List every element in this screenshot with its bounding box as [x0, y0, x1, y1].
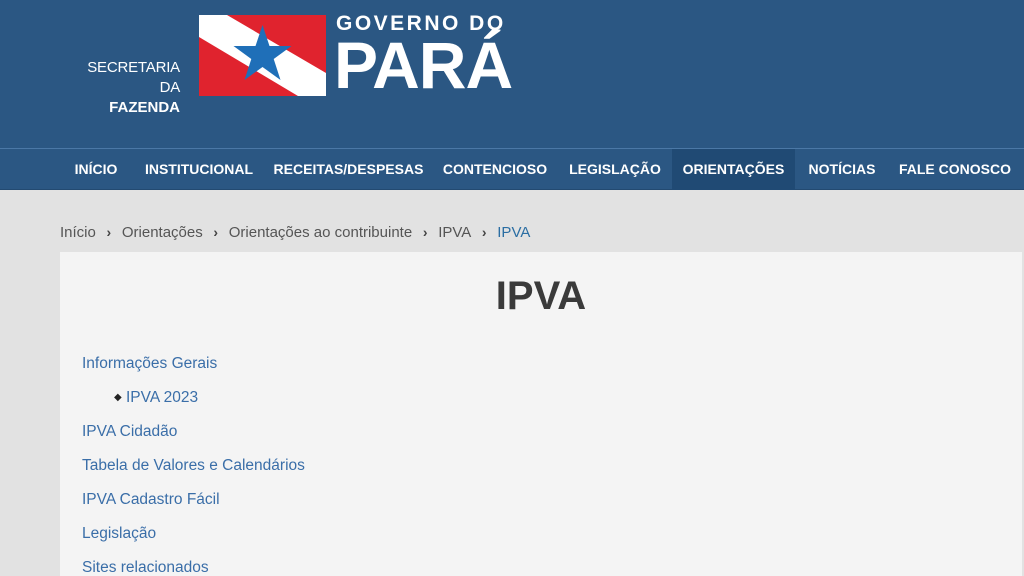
breadcrumb: Início › Orientações › Orientações ao co… [60, 222, 530, 242]
link-sites-relacionados[interactable]: Sites relacionados [82, 559, 209, 576]
breadcrumb-current: IPVA [497, 223, 531, 241]
diamond-bullet-icon: ◆ [114, 392, 122, 403]
breadcrumb-chevron-icon: › [213, 224, 219, 240]
content-card: IPVA [60, 252, 1022, 576]
nav-item-inicio[interactable]: INÍCIO [62, 149, 130, 190]
secretaria-line1: SECRETARIA DA [87, 59, 180, 96]
nav-item-receitas-despesas[interactable]: RECEITAS/DESPESAS [267, 149, 430, 190]
link-informacoes-gerais[interactable]: Informações Gerais [82, 355, 217, 373]
nav-item-orientacoes[interactable]: ORIENTAÇÕES [672, 149, 795, 190]
link-ipva-2023[interactable]: IPVA 2023 [126, 389, 198, 407]
site-header: SECRETARIA DA FAZENDA GOVERNO DO PARÁ [0, 0, 1024, 148]
breadcrumb-orientacoes[interactable]: Orientações [122, 224, 203, 241]
main-navigation: INÍCIO INSTITUCIONAL RECEITAS/DESPESAS C… [0, 148, 1024, 190]
link-ipva-cidadao[interactable]: IPVA Cidadão [82, 423, 177, 441]
link-legislacao[interactable]: Legislação [82, 525, 156, 543]
secretaria-logo-text[interactable]: SECRETARIA DA FAZENDA [66, 58, 180, 118]
link-tabela-valores-calendarios[interactable]: Tabela de Valores e Calendários [82, 457, 305, 475]
breadcrumb-chevron-icon: › [481, 224, 487, 240]
para-flag-logo[interactable] [199, 15, 326, 96]
breadcrumb-ipva[interactable]: IPVA [438, 224, 471, 241]
nav-item-contencioso[interactable]: CONTENCIOSO [434, 149, 556, 190]
breadcrumb-inicio[interactable]: Início [60, 224, 96, 241]
secretaria-line2: FAZENDA [109, 99, 180, 116]
breadcrumb-chevron-icon: › [422, 224, 428, 240]
breadcrumb-orientacoes-contribuinte[interactable]: Orientações ao contribuinte [229, 224, 412, 241]
breadcrumb-chevron-icon: › [106, 224, 112, 240]
nav-item-legislacao[interactable]: LEGISLAÇÃO [560, 149, 670, 190]
nav-item-noticias[interactable]: NOTÍCIAS [797, 149, 887, 190]
link-ipva-cadastro-facil[interactable]: IPVA Cadastro Fácil [82, 491, 220, 509]
page-title: IPVA [495, 274, 587, 318]
nav-item-fale-conosco[interactable]: FALE CONOSCO [891, 149, 1019, 190]
nav-item-institucional[interactable]: INSTITUCIONAL [134, 149, 264, 190]
para-logo-text[interactable]: PARÁ [334, 30, 513, 100]
